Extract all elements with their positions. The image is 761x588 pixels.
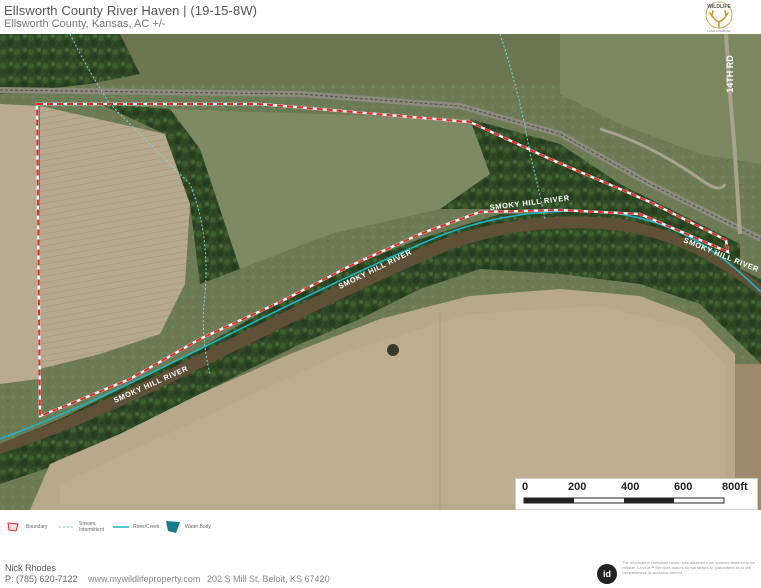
scale-bar-graphic: [523, 497, 725, 504]
scale-tick-800ft: 800ft: [722, 481, 748, 493]
page-subtitle: Ellsworth County, Kansas, AC +/-: [4, 18, 166, 30]
legend-item-river: River/Creek: [112, 517, 159, 537]
page-title: Ellsworth County River Haven | (19-15-8W…: [4, 3, 258, 18]
office-address: 202 S Mill St, Beloit, KS 67420: [207, 574, 330, 584]
logo-bottom-text: LAND COMPANY: [707, 29, 731, 33]
website-link[interactable]: www.mywildlifeproperty.com: [88, 574, 200, 584]
legend-label-stream: Stream, Intermittent: [79, 521, 105, 533]
company-logo: WILDLIFE LAND COMPANY: [686, 0, 752, 34]
map-header: Ellsworth County River Haven | (19-15-8W…: [0, 0, 761, 34]
stream-icon: [59, 526, 75, 528]
scale-tick-0: 0: [522, 481, 529, 493]
land-id-badge: id: [597, 564, 617, 584]
scale-bar: 0 200 400 600 800ft: [515, 478, 758, 510]
map-footer: Nick Rhodes P: (785) 620-7122 www.mywild…: [0, 556, 761, 588]
boundary-icon: [7, 522, 19, 532]
far-west-field: [0, 104, 38, 384]
agent-phone[interactable]: P: (785) 620-7122: [5, 574, 78, 584]
water-body-icon: [166, 521, 180, 533]
legend-label-boundary: Boundary: [26, 524, 48, 530]
aerial-map-canvas: 14TH RD SMOKY HILL RIVER SMOKY HILL RIVE…: [0, 34, 761, 510]
antler-icon: WILDLIFE LAND COMPANY: [705, 1, 733, 33]
scale-tick-200: 200: [568, 481, 587, 493]
legend-label-water-body: Water Body: [185, 524, 211, 530]
legend-item-boundary: Boundary: [6, 517, 47, 537]
road-label: 14TH RD: [725, 55, 735, 93]
logo-top-text: WILDLIFE: [707, 4, 731, 10]
legend-label-river: River/Creek: [133, 524, 160, 530]
scale-tick-400: 400: [621, 481, 640, 493]
agent-name: Nick Rhodes: [5, 563, 57, 573]
aerial-map[interactable]: 14TH RD SMOKY HILL RIVER SMOKY HILL RIVE…: [0, 34, 761, 510]
legend-item-stream: Stream, Intermittent: [58, 517, 104, 537]
legend-item-water-body: Water Body: [164, 517, 211, 537]
farm-structure: [387, 344, 399, 356]
map-legend: Boundary Stream, Intermittent River/Cree…: [0, 512, 761, 542]
river-icon: [113, 526, 129, 528]
disclaimer: The information contained herein was obt…: [622, 560, 755, 575]
scale-tick-600: 600: [674, 481, 693, 493]
